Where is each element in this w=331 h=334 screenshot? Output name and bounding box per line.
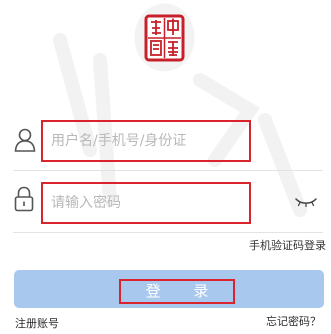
username-underline: [13, 170, 323, 171]
lock-icon: [14, 186, 34, 212]
sms-login-link[interactable]: 手机验证码登录: [249, 237, 326, 253]
username-input[interactable]: [41, 120, 251, 162]
seal-logo: [134, 3, 195, 72]
register-link[interactable]: 注册账号: [15, 315, 59, 331]
password-row: [0, 180, 331, 233]
password-input[interactable]: [41, 182, 251, 224]
password-underline: [13, 232, 323, 233]
user-icon: [14, 128, 36, 152]
eye-closed-icon[interactable]: [295, 197, 317, 207]
forgot-password-link[interactable]: 忘记密码？: [266, 313, 321, 329]
login-button-label: 登 录: [145, 282, 223, 300]
username-row: [0, 118, 331, 171]
